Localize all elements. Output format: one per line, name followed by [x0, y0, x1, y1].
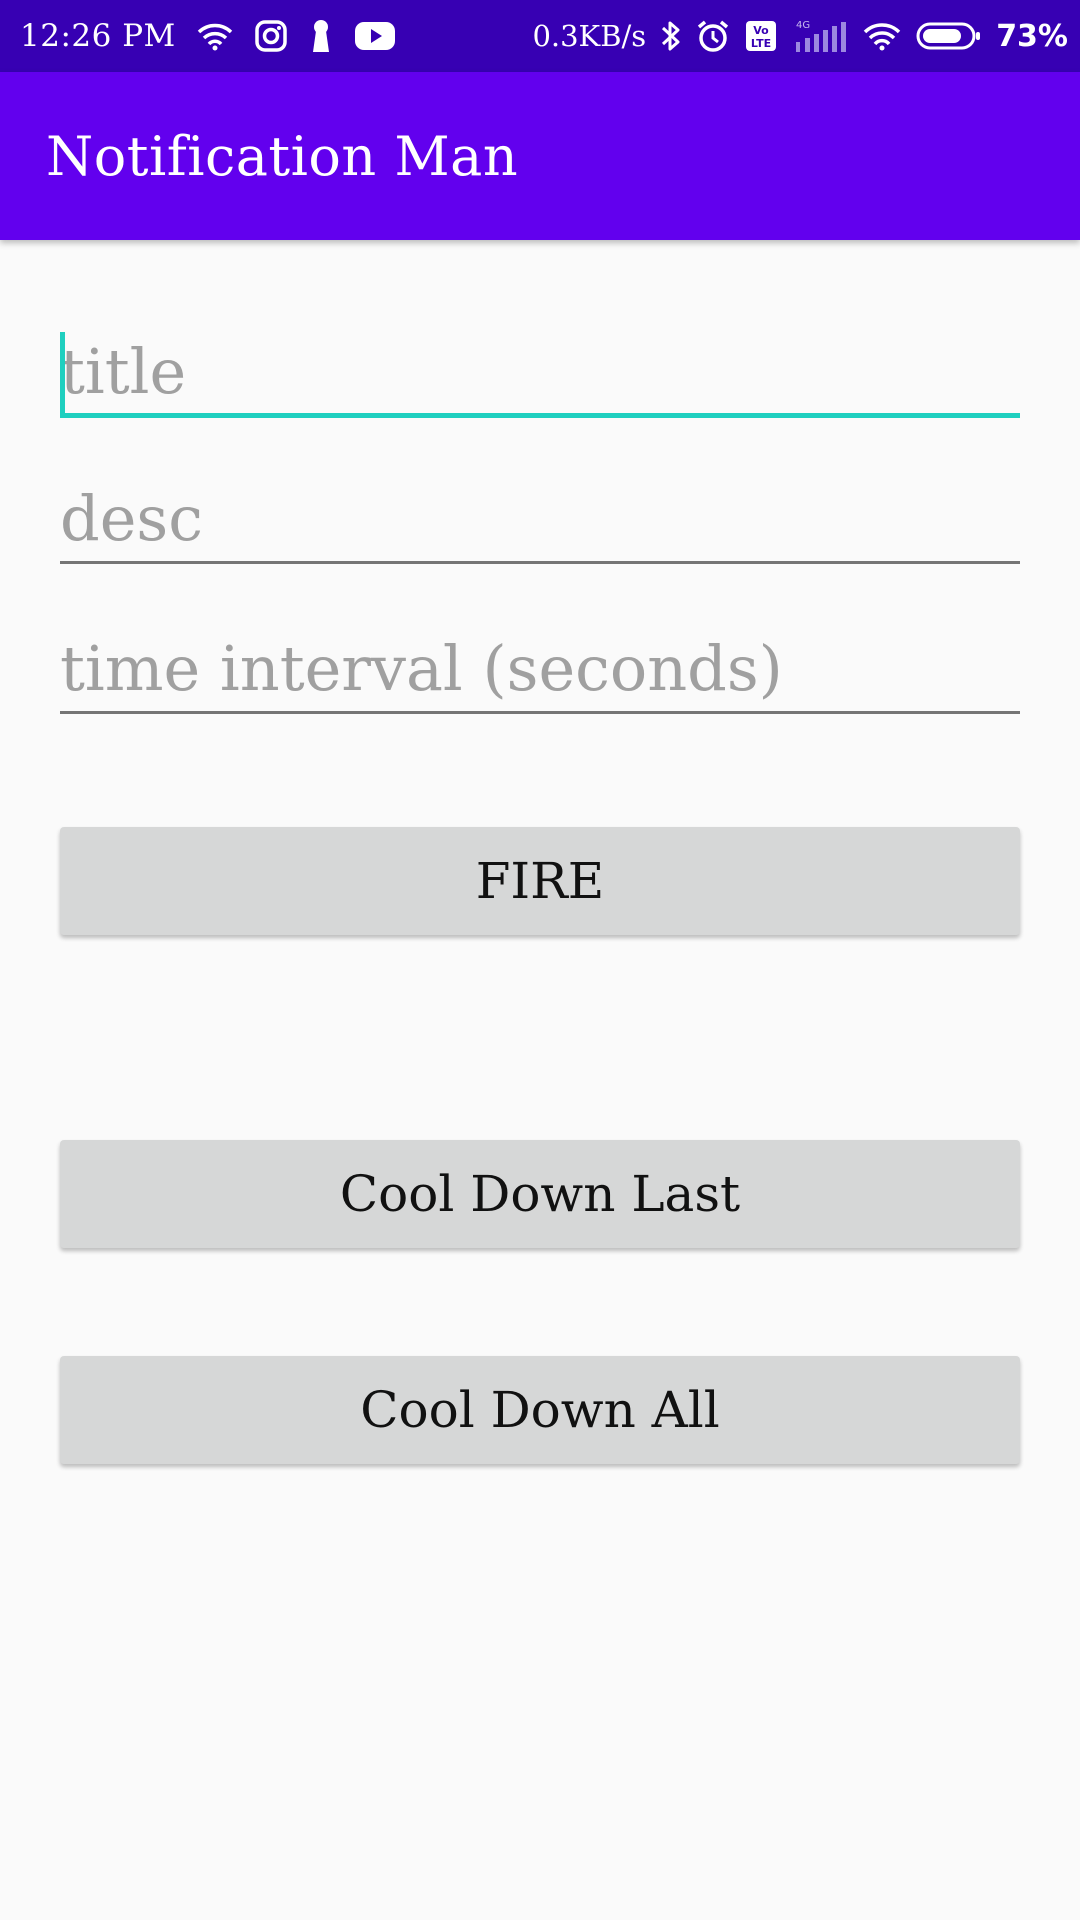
interval-field-container	[60, 626, 1020, 714]
title-input[interactable]	[60, 330, 1020, 413]
status-bar-left: 12:26 PM	[20, 18, 396, 54]
cool-down-all-button[interactable]: Cool Down All	[60, 1356, 1020, 1464]
desc-input[interactable]	[60, 476, 1020, 561]
status-time: 12:26 PM	[20, 18, 176, 54]
alarm-icon	[696, 19, 730, 53]
battery-percent: 73%	[996, 18, 1068, 54]
fire-button[interactable]: FIRE	[60, 827, 1020, 935]
title-field-container	[60, 330, 1020, 418]
app-bar: Notification Man	[0, 72, 1080, 240]
status-bar: 12:26 PM 0.3KB/s Vo LTE 4G 73%	[0, 0, 1080, 72]
page-title: Notification Man	[46, 124, 519, 188]
volte-icon: Vo LTE	[744, 19, 778, 53]
network-speed: 0.3KB/s	[532, 19, 647, 53]
wifi-icon	[196, 21, 234, 51]
time-interval-input[interactable]	[60, 626, 1020, 711]
svg-text:4G: 4G	[796, 20, 810, 31]
status-bar-right: 0.3KB/s Vo LTE 4G 73%	[532, 18, 1068, 54]
battery-icon	[916, 21, 982, 51]
instagram-icon	[254, 19, 288, 53]
svg-text:LTE: LTE	[751, 37, 771, 50]
signal-4g-icon: 4G	[792, 18, 848, 54]
cool-down-last-button[interactable]: Cool Down Last	[60, 1140, 1020, 1248]
keyhole-icon	[308, 18, 334, 54]
wifi-icon	[862, 21, 902, 51]
bluetooth-icon	[660, 19, 682, 53]
desc-field-container	[60, 476, 1020, 564]
text-cursor	[60, 332, 65, 416]
svg-text:Vo: Vo	[753, 24, 769, 37]
youtube-icon	[354, 21, 396, 51]
